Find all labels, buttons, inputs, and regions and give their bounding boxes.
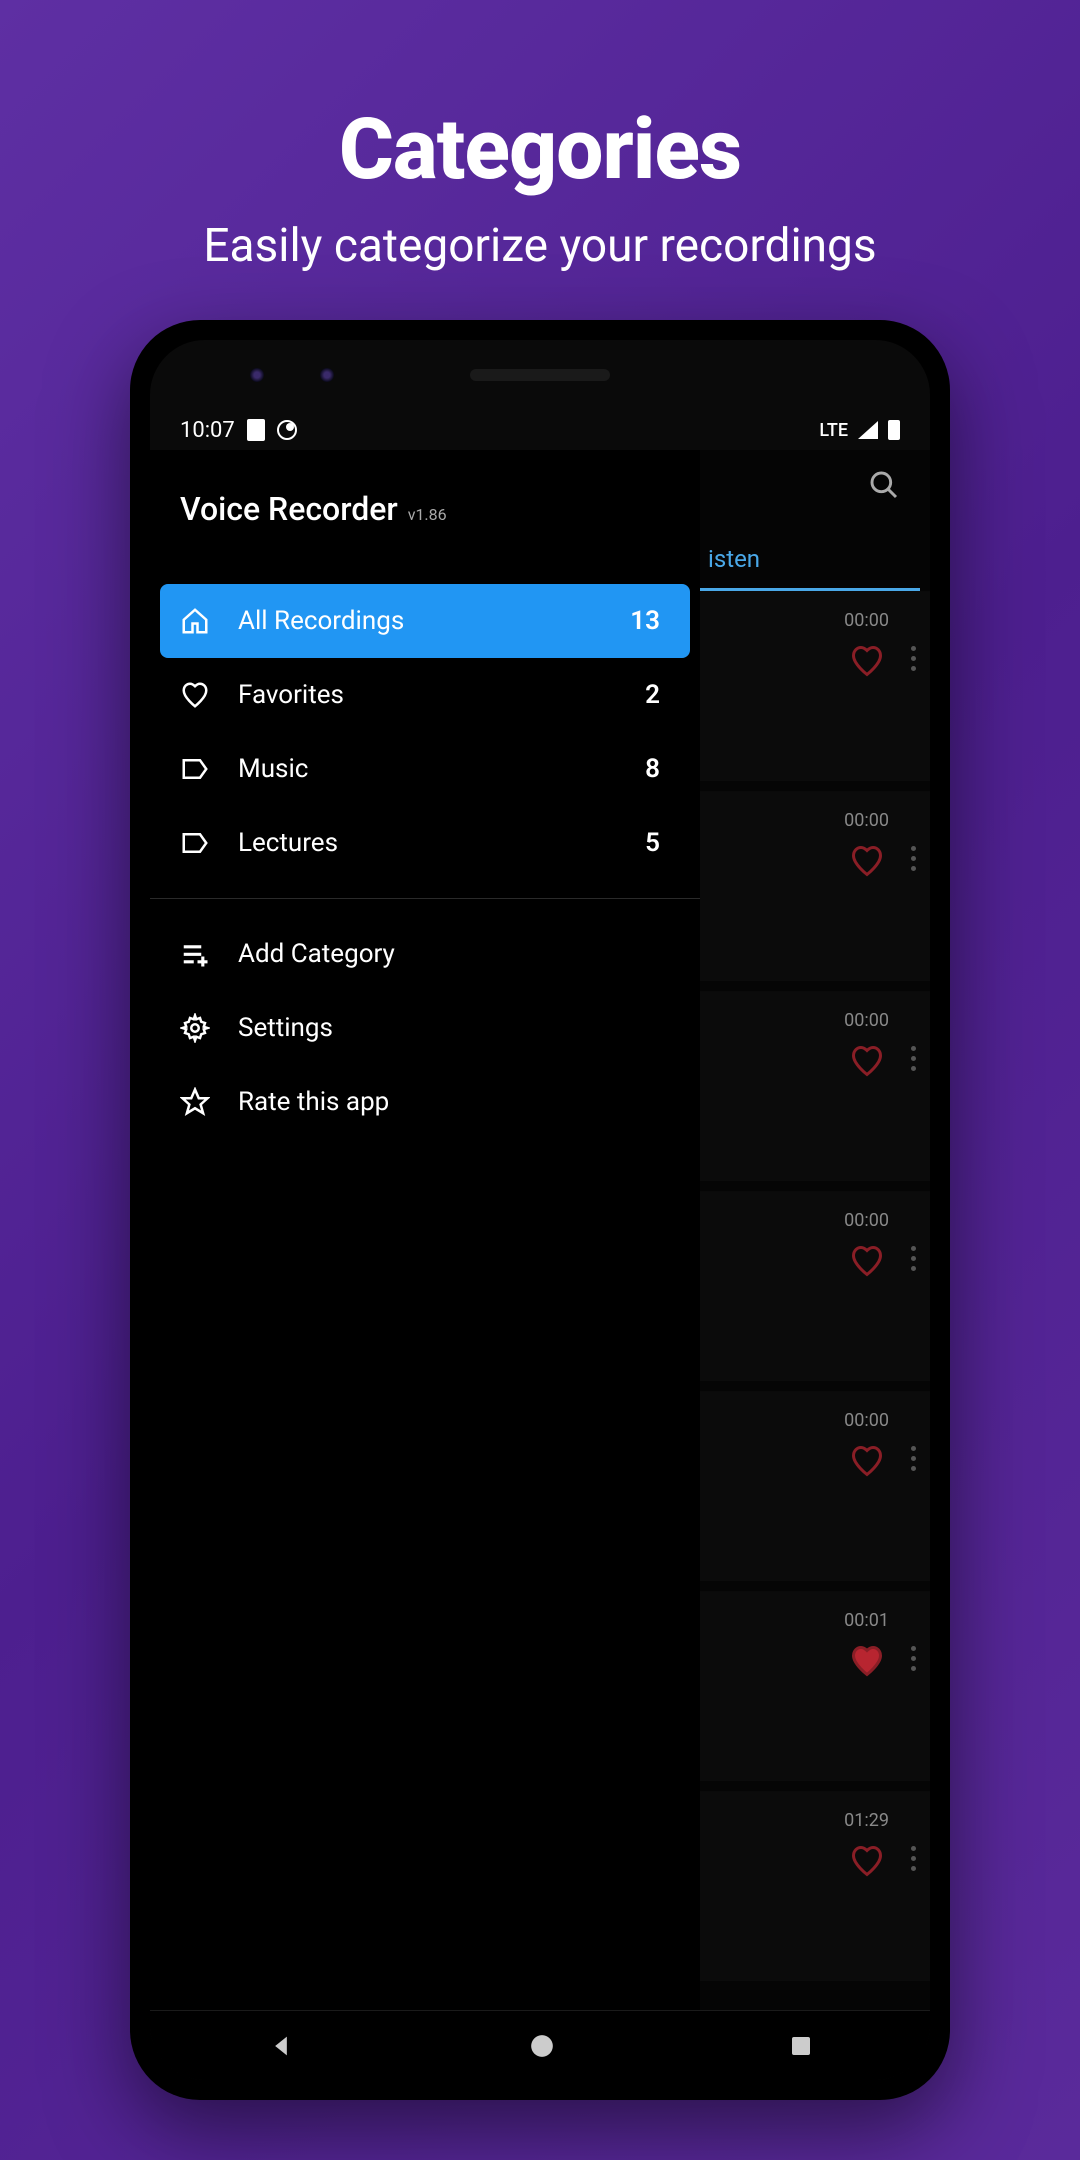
more-options-icon[interactable] xyxy=(911,810,916,871)
drawer-item-label: Lectures xyxy=(238,828,617,858)
main-panel: isten 00:00 00:00 00:00 00:00 00:00 00:01 01:2… xyxy=(700,450,930,2010)
app-content: isten 00:00 00:00 00:00 00:00 00:00 00:01 01:2… xyxy=(150,450,930,2010)
drawer-item-count: 8 xyxy=(645,754,670,784)
recording-item[interactable]: 00:00 xyxy=(700,1191,930,1381)
promo-subtitle: Easily categorize your recordings xyxy=(0,219,1080,273)
sd-card-icon xyxy=(247,419,265,441)
back-icon[interactable] xyxy=(267,2032,295,2060)
drawer-item-count: 2 xyxy=(645,680,670,710)
drawer-item-label: Rate this app xyxy=(238,1087,670,1117)
more-options-icon[interactable] xyxy=(911,1010,916,1071)
recording-list[interactable]: 00:00 00:00 00:00 00:00 00:00 00:01 01:29 xyxy=(700,591,930,1981)
battery-icon xyxy=(888,420,900,440)
navigation-drawer: Voice Recorder v1.86 All Recordings 13 Fav… xyxy=(150,450,700,2010)
drawer-action-item[interactable]: Settings xyxy=(160,991,690,1065)
recording-duration: 00:00 xyxy=(844,1010,889,1031)
drawer-category-item[interactable]: All Recordings 13 xyxy=(160,584,690,658)
more-options-icon[interactable] xyxy=(911,1410,916,1471)
promo-header: Categories Easily categorize your record… xyxy=(0,0,1080,273)
home-icon[interactable] xyxy=(529,2033,555,2059)
recording-item[interactable]: 00:00 xyxy=(700,591,930,781)
phone-screen: 10:07 LTE isten 00: xyxy=(150,340,930,2080)
phone-hardware-top xyxy=(150,340,930,410)
data-saver-icon xyxy=(277,420,297,440)
drawer-item-label: Favorites xyxy=(238,680,617,710)
drawer-header: Voice Recorder v1.86 xyxy=(150,460,700,578)
more-options-icon[interactable] xyxy=(911,1810,916,1871)
recording-duration: 00:01 xyxy=(844,1610,889,1631)
recording-item[interactable]: 00:00 xyxy=(700,791,930,981)
favorite-heart-icon[interactable] xyxy=(849,1243,885,1279)
more-options-icon[interactable] xyxy=(911,1610,916,1671)
recording-item[interactable]: 01:29 xyxy=(700,1791,930,1981)
speaker-grille-icon xyxy=(470,369,610,381)
app-version: v1.86 xyxy=(408,505,447,524)
recording-item[interactable]: 00:00 xyxy=(700,991,930,1181)
drawer-category-item[interactable]: Favorites 2 xyxy=(160,658,690,732)
status-time: 10:07 xyxy=(180,418,235,443)
drawer-category-item[interactable]: Lectures 5 xyxy=(160,806,690,880)
drawer-item-label: Add Category xyxy=(238,939,670,969)
drawer-category-item[interactable]: Music 8 xyxy=(160,732,690,806)
favorite-heart-icon[interactable] xyxy=(849,1043,885,1079)
recording-duration: 01:29 xyxy=(844,1810,889,1831)
status-bar: 10:07 LTE xyxy=(150,410,930,450)
recording-item[interactable]: 00:00 xyxy=(700,1391,930,1581)
home-icon xyxy=(180,606,210,636)
heart-icon xyxy=(180,680,210,710)
favorite-heart-icon[interactable] xyxy=(849,1843,885,1879)
signal-icon xyxy=(858,421,878,439)
drawer-item-count: 13 xyxy=(630,606,670,636)
phone-frame: 10:07 LTE isten 00: xyxy=(130,320,950,2100)
more-options-icon[interactable] xyxy=(911,1210,916,1271)
recents-icon[interactable] xyxy=(789,2034,813,2058)
tag-icon xyxy=(180,754,210,784)
favorite-heart-icon[interactable] xyxy=(849,843,885,879)
camera-dot-icon xyxy=(320,368,334,382)
drawer-action-item[interactable]: Add Category xyxy=(160,917,690,991)
search-icon[interactable] xyxy=(868,469,900,501)
more-options-icon[interactable] xyxy=(911,610,916,671)
recording-duration: 00:00 xyxy=(844,610,889,631)
recording-item[interactable]: 00:01 xyxy=(700,1591,930,1781)
recording-duration: 00:00 xyxy=(844,1210,889,1231)
settings-icon xyxy=(180,1013,210,1043)
drawer-item-label: All Recordings xyxy=(238,606,602,636)
add-icon xyxy=(180,939,210,969)
recording-duration: 00:00 xyxy=(844,1410,889,1431)
favorite-heart-icon[interactable] xyxy=(849,1443,885,1479)
drawer-action-item[interactable]: Rate this app xyxy=(160,1065,690,1139)
tag-icon xyxy=(180,828,210,858)
tab-listen[interactable]: isten xyxy=(700,520,920,591)
camera-dot-icon xyxy=(250,368,264,382)
favorite-heart-icon[interactable] xyxy=(849,1643,885,1679)
divider xyxy=(150,898,700,899)
star-icon xyxy=(180,1087,210,1117)
system-nav-bar xyxy=(150,2010,930,2080)
recording-duration: 00:00 xyxy=(844,810,889,831)
favorite-heart-icon[interactable] xyxy=(849,643,885,679)
promo-title: Categories xyxy=(0,100,1080,199)
app-title: Voice Recorder xyxy=(180,490,398,528)
network-label: LTE xyxy=(819,420,848,441)
drawer-item-count: 5 xyxy=(645,828,670,858)
drawer-item-label: Settings xyxy=(238,1013,670,1043)
drawer-item-label: Music xyxy=(238,754,617,784)
